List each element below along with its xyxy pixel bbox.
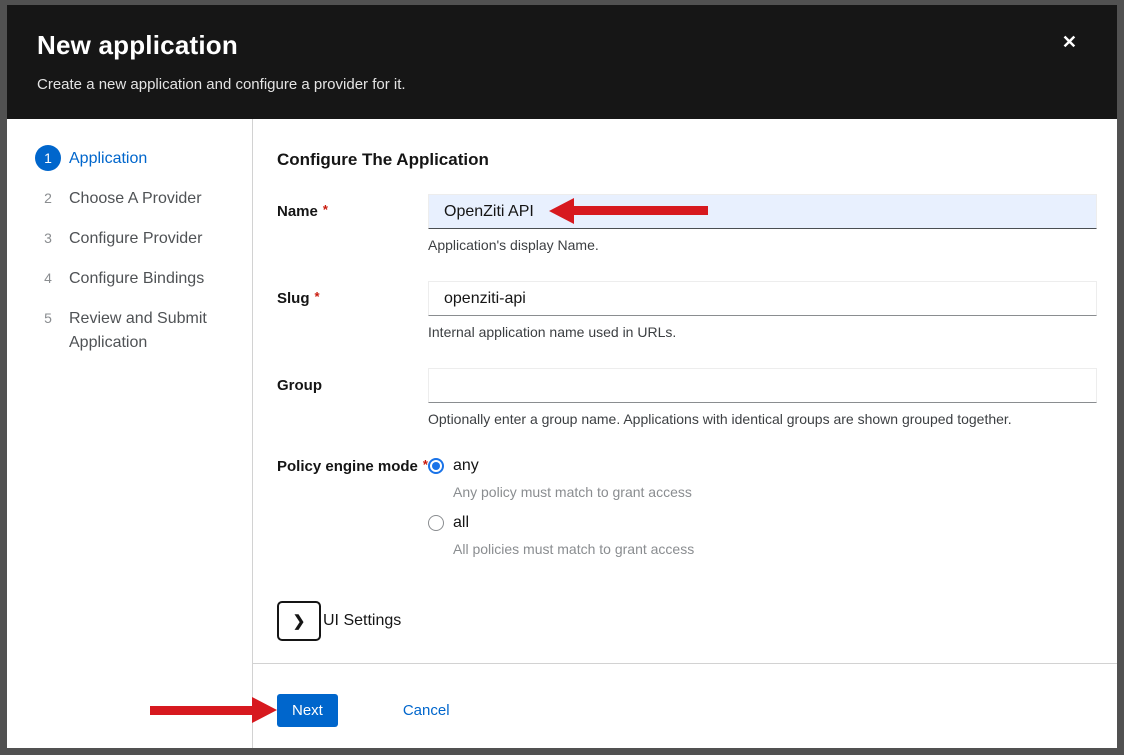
modal-title: New application	[37, 30, 1077, 61]
slug-helper-text: Internal application name used in URLs.	[428, 324, 1097, 340]
group-label: Group	[277, 368, 428, 427]
step-number-badge: 5	[35, 305, 61, 331]
policy-option-any: any Any policy must match to grant acces…	[428, 455, 1097, 500]
radio-all-label: all	[453, 514, 469, 532]
group-field-row: Group Optionally enter a group name. App…	[277, 368, 1097, 427]
next-annotation-arrow-head-icon	[252, 697, 277, 723]
step-heading: Configure The Application	[277, 150, 1097, 170]
next-annotation-arrow-shaft	[150, 706, 253, 715]
step-content: Configure The Application Name* Applicat…	[253, 119, 1117, 663]
slug-input[interactable]	[428, 281, 1097, 316]
wizard-step-application[interactable]: 1 Application	[35, 145, 242, 171]
policy-engine-mode-label: Policy engine mode*	[277, 455, 428, 569]
step-label: Application	[69, 145, 147, 171]
name-annotation-arrow-head-icon	[549, 198, 574, 224]
policy-engine-mode-row: Policy engine mode* any Any policy must …	[277, 455, 1097, 569]
wizard-step-choose-provider[interactable]: 2 Choose A Provider	[35, 185, 242, 211]
required-asterisk: *	[323, 202, 328, 217]
name-annotation-arrow-shaft	[572, 206, 708, 215]
next-button[interactable]: Next	[277, 694, 338, 727]
step-number-badge: 2	[35, 185, 61, 211]
wizard-step-configure-provider[interactable]: 3 Configure Provider	[35, 225, 242, 251]
wizard-steps-sidebar: 1 Application 2 Choose A Provider 3 Conf…	[7, 119, 253, 748]
name-helper-text: Application's display Name.	[428, 237, 1097, 253]
name-input[interactable]	[428, 194, 1097, 229]
wizard-step-review-submit[interactable]: 5 Review and Submit Application	[35, 305, 242, 355]
name-label: Name*	[277, 194, 428, 253]
step-number-badge: 4	[35, 265, 61, 291]
radio-any-helper-text: Any policy must match to grant access	[453, 484, 1097, 500]
step-label: Configure Provider	[69, 225, 202, 251]
policy-option-all: all All policies must match to grant acc…	[428, 512, 1097, 557]
required-asterisk: *	[315, 289, 320, 304]
group-helper-text: Optionally enter a group name. Applicati…	[428, 411, 1097, 427]
close-icon[interactable]: ✕	[1062, 33, 1077, 51]
ui-settings-label: UI Settings	[323, 612, 401, 630]
slug-label: Slug*	[277, 281, 428, 340]
modal-subtitle: Create a new application and configure a…	[37, 76, 1077, 93]
step-label: Choose A Provider	[69, 185, 202, 211]
chevron-right-icon[interactable]: ❯	[277, 601, 321, 641]
wizard-footer: Next Cancel	[253, 663, 1117, 748]
ui-settings-expander: ❯ UI Settings	[277, 601, 1097, 641]
radio-all-helper-text: All policies must match to grant access	[453, 541, 1097, 557]
wizard-step-configure-bindings[interactable]: 4 Configure Bindings	[35, 265, 242, 291]
step-number-badge: 1	[35, 145, 61, 171]
name-field-row: Name* Application's display Name.	[277, 194, 1097, 253]
step-label: Configure Bindings	[69, 265, 204, 291]
new-application-modal: New application Create a new application…	[7, 5, 1117, 748]
step-number-badge: 3	[35, 225, 61, 251]
modal-header: New application Create a new application…	[7, 5, 1117, 119]
step-label: Review and Submit Application	[69, 305, 242, 355]
radio-any-label: any	[453, 457, 479, 475]
cancel-button[interactable]: Cancel	[403, 694, 450, 727]
radio-all-unselected-icon[interactable]	[428, 515, 444, 531]
group-input[interactable]	[428, 368, 1097, 403]
radio-any-selected-icon[interactable]	[428, 458, 444, 474]
slug-field-row: Slug* Internal application name used in …	[277, 281, 1097, 340]
